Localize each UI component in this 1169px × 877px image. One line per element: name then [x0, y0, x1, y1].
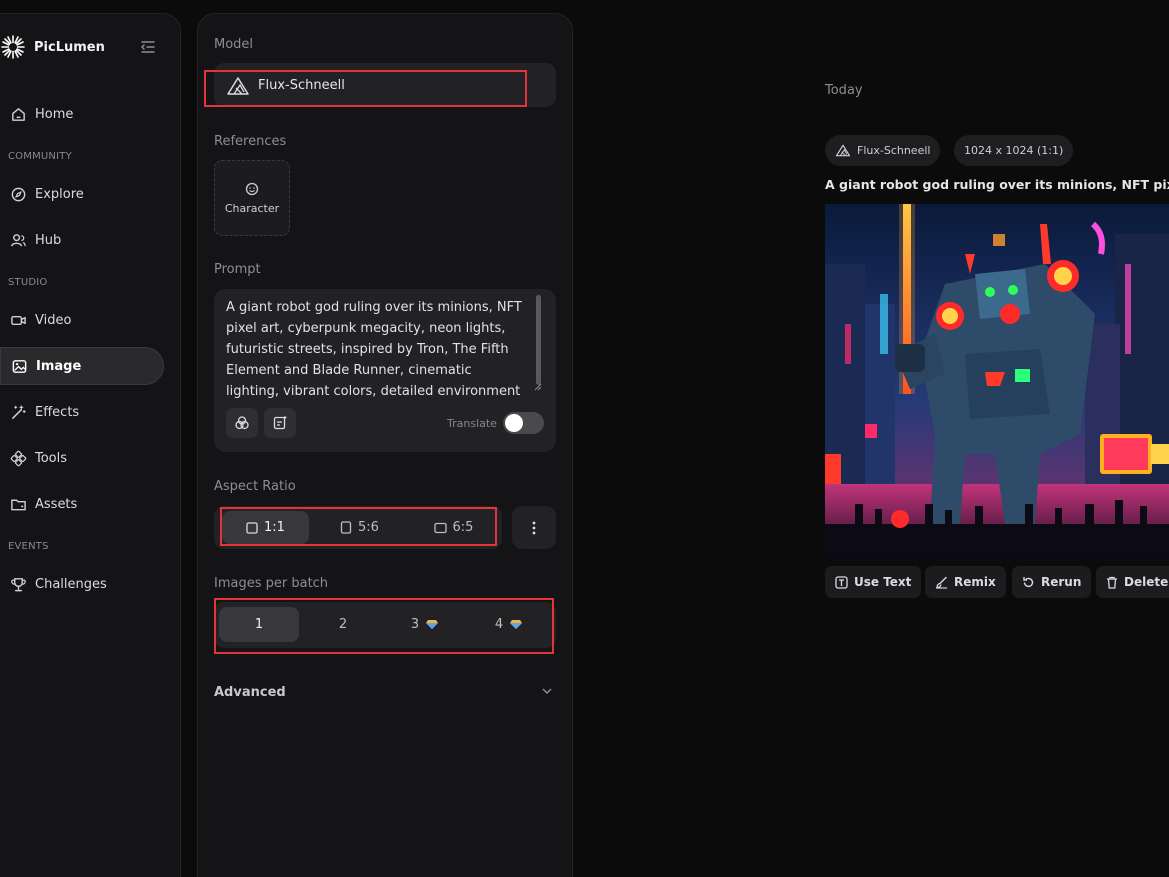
- remix-button[interactable]: Remix: [925, 566, 1006, 598]
- chevron-down-icon[interactable]: [542, 688, 552, 695]
- reference-character-card[interactable]: Character: [214, 160, 290, 236]
- sidebar-item-hub[interactable]: Hub: [0, 221, 164, 259]
- trash-icon: [1107, 576, 1117, 589]
- images-per-batch-label: Images per batch: [214, 576, 329, 591]
- sidebar-item-label: Challenges: [35, 576, 107, 592]
- action-label: Remix: [954, 575, 996, 589]
- sidebar-item-video[interactable]: Video: [0, 301, 164, 339]
- resize-grip-icon[interactable]: [532, 381, 542, 391]
- magic-wand-icon: [12, 404, 26, 419]
- users-icon: [11, 233, 26, 246]
- text-box-icon: [835, 575, 848, 589]
- prompt-input[interactable]: A giant robot god ruling over its minion…: [226, 297, 526, 402]
- prompt-box: A giant robot god ruling over its minion…: [214, 289, 556, 452]
- folder-icon: [11, 499, 26, 510]
- sidebar-item-label: Hub: [35, 232, 62, 248]
- sidebar-item-label: Effects: [35, 404, 80, 420]
- sidebar-item-assets[interactable]: Assets: [0, 485, 164, 523]
- translate-toggle[interactable]: [503, 412, 544, 434]
- aspect-highlight-box: [220, 507, 497, 546]
- prompt-scrollbar[interactable]: [536, 295, 541, 385]
- use-text-button[interactable]: Use Text: [825, 566, 922, 598]
- batch-highlight-box: [214, 598, 554, 654]
- brush-icon: [936, 576, 947, 589]
- image-icon: [12, 359, 27, 373]
- sidebar: PicLumen Home COMMUNITY Explore Hub STUD…: [0, 13, 181, 877]
- flux-model-icon: [835, 144, 851, 157]
- action-label: Rerun: [1041, 575, 1082, 589]
- generation-settings-panel: Model Flux-Schneell References Character…: [197, 13, 573, 877]
- sidebar-item-image[interactable]: Image: [0, 347, 164, 385]
- compass-icon: [11, 187, 26, 201]
- tools-icon: [10, 450, 27, 466]
- video-icon: [11, 315, 26, 325]
- sidebar-item-label: Image: [36, 358, 82, 374]
- collapse-sidebar-icon[interactable]: [140, 39, 156, 53]
- model-chip: Flux-Schneell: [825, 135, 941, 166]
- section-studio: STUDIO: [8, 277, 48, 288]
- chip-label: Flux-Schneell: [857, 144, 931, 157]
- section-events: EVENTS: [8, 541, 49, 552]
- sidebar-item-label: Home: [35, 106, 74, 122]
- smile-face-icon: [245, 182, 259, 195]
- sidebar-item-tools[interactable]: Tools: [0, 439, 164, 477]
- sidebar-item-home[interactable]: Home: [0, 95, 164, 133]
- generated-image[interactable]: [825, 204, 1169, 558]
- more-aspect-options-button[interactable]: [512, 506, 556, 549]
- reference-card-label: Character: [224, 201, 280, 215]
- sidebar-item-challenges[interactable]: Challenges: [0, 565, 164, 603]
- sidebar-item-effects[interactable]: Effects: [0, 393, 164, 431]
- sidebar-item-label: Tools: [35, 450, 68, 466]
- piclumen-logo-icon: [0, 34, 28, 60]
- more-vertical-icon: [532, 521, 536, 534]
- sidebar-item-label: Explore: [35, 186, 84, 202]
- prompt-enhance-button[interactable]: [264, 408, 296, 438]
- rerun-button[interactable]: Rerun: [1012, 566, 1092, 598]
- trophy-icon: [11, 577, 26, 591]
- brand-name: PicLumen: [34, 39, 105, 55]
- image-prompt-title: A giant robot god ruling over its minion…: [825, 177, 1169, 192]
- sidebar-item-label: Video: [35, 312, 72, 328]
- toggle-knob: [505, 414, 523, 432]
- advanced-toggle[interactable]: Advanced: [214, 685, 286, 700]
- sidebar-item-label: Assets: [35, 496, 78, 512]
- references-label: References: [214, 134, 287, 149]
- section-community: COMMUNITY: [8, 151, 72, 162]
- aspect-ratio-label: Aspect Ratio: [214, 479, 296, 494]
- action-label: Delete: [1124, 575, 1169, 589]
- brand[interactable]: PicLumen: [0, 34, 105, 60]
- home-icon: [12, 107, 25, 121]
- model-label: Model: [214, 37, 254, 52]
- refresh-icon: [1023, 576, 1034, 587]
- delete-button[interactable]: Delete: [1096, 566, 1169, 598]
- translate-label: Translate: [447, 417, 497, 430]
- sidebar-item-explore[interactable]: Explore: [0, 175, 164, 213]
- circles-overlap-icon: [235, 416, 249, 430]
- date-group-label: Today: [825, 83, 863, 98]
- model-highlight-box: [204, 70, 527, 107]
- style-blend-button[interactable]: [226, 408, 258, 438]
- document-sparkle-icon: [273, 416, 287, 430]
- chip-label: 1024 x 1024 (1:1): [964, 144, 1064, 157]
- action-label: Use Text: [854, 575, 912, 589]
- size-chip: 1024 x 1024 (1:1): [954, 135, 1074, 166]
- prompt-label: Prompt: [214, 262, 261, 277]
